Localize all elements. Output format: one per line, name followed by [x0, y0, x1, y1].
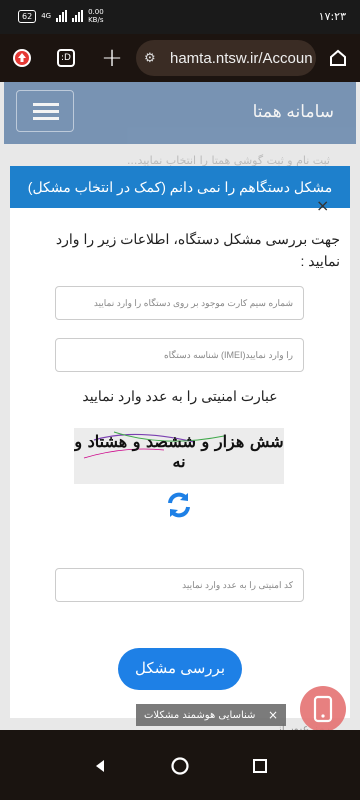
refresh-captcha-icon[interactable] — [164, 490, 194, 520]
network-type: 4G — [41, 12, 52, 20]
back-icon[interactable] — [80, 746, 120, 786]
security-label: عبارت امنیتی را به عدد وارد نمایید — [82, 388, 278, 404]
security-code-field[interactable] — [55, 568, 304, 602]
home-button-icon[interactable] — [160, 746, 200, 786]
security-code-input[interactable] — [56, 569, 303, 601]
signal-icon — [56, 10, 68, 22]
problem-dialog: مشکل دستگاهم را نمی دانم (کمک در انتخاب … — [10, 166, 350, 718]
url-text: hamta.ntsw.ir/Accoun — [170, 49, 313, 67]
check-problem-button[interactable]: بررسی مشکل — [118, 648, 242, 690]
close-icon[interactable]: × — [268, 708, 278, 722]
status-icons: 62 4G 0.00 KB/s — [18, 8, 104, 24]
browser-toolbar: :D + ⚙ hamta.ntsw.ir/Accoun — [0, 34, 360, 82]
imei-input[interactable] — [56, 339, 303, 371]
imei-field[interactable] — [55, 338, 304, 372]
site-settings-icon[interactable]: ⚙ — [144, 51, 170, 66]
sim-number-field[interactable] — [55, 286, 304, 320]
address-bar[interactable]: ⚙ hamta.ntsw.ir/Accoun — [136, 40, 316, 76]
new-tab-icon[interactable]: + — [98, 43, 126, 73]
recents-icon[interactable] — [240, 746, 280, 786]
mobile-phone-icon[interactable] — [300, 686, 346, 730]
captcha-text: شش هزار و ششصد و هشتاد و نه — [74, 432, 284, 471]
site-header: سامانه همتا — [4, 82, 356, 144]
clock: ۱۷:۲۳ — [318, 10, 346, 23]
data-speed: 0.00 KB/s — [88, 8, 104, 24]
upload-icon[interactable] — [8, 44, 36, 72]
dialog-instruction: جهت بررسی مشکل دستگاه، اطلاعات زیر را وا… — [55, 231, 340, 269]
status-bar: 62 4G 0.00 KB/s ۱۷:۲۳ — [0, 0, 360, 34]
smart-diagnosis-chip[interactable]: × شناسایی هوشمند مشکلات — [136, 704, 286, 726]
home-icon[interactable] — [324, 44, 352, 72]
site-title: سامانه همتا — [252, 102, 334, 121]
dialog-title: مشکل دستگاهم را نمی دانم (کمک در انتخاب … — [10, 166, 350, 208]
web-page: سامانه همتا ...ثبت نام و ثبت گوشی همتا ر… — [0, 82, 360, 730]
tab-switcher-button[interactable]: :D — [52, 44, 80, 72]
captcha-image: شش هزار و ششصد و هشتاد و نه — [74, 428, 284, 484]
battery-indicator: 62 — [18, 9, 37, 23]
signal-icon-2 — [72, 10, 84, 22]
sim-number-input[interactable] — [56, 287, 303, 319]
chip-label: شناسایی هوشمند مشکلات — [144, 709, 256, 721]
system-navbar — [0, 730, 360, 800]
menu-button[interactable] — [16, 90, 74, 132]
close-icon[interactable]: × — [316, 196, 329, 215]
